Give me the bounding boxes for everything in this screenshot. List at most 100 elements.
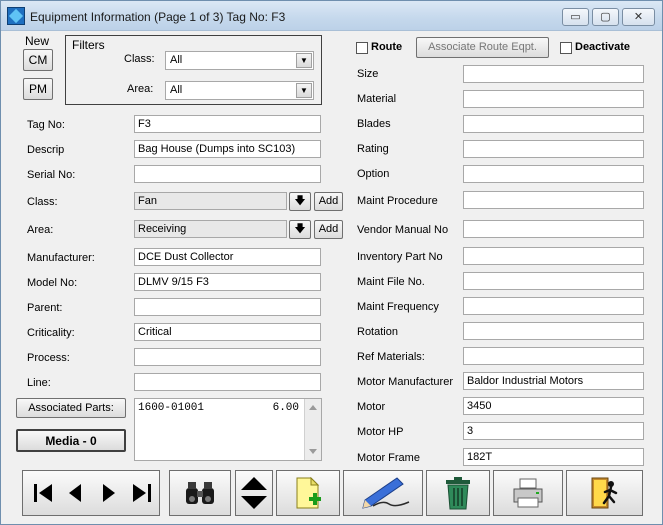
deactivate-checkbox[interactable] [560,42,572,54]
up-down-icon [241,477,267,509]
new-pm-button[interactable]: PM [23,78,53,100]
filter-class-label: Class: [124,53,155,65]
material-label: Material [357,93,397,105]
descrip-label: Descrip [27,144,65,156]
exit-button[interactable] [566,470,643,516]
inventory-part-no-field[interactable] [463,247,644,265]
minimize-button[interactable]: ▭ [562,8,589,26]
ref-materials-field[interactable] [463,347,644,365]
exit-door-icon [591,477,617,509]
new-label: New [25,34,50,48]
trash-icon [446,477,470,510]
maint-file-no-label: Maint File No. [357,276,425,288]
filter-class-select[interactable]: All ▼ [165,51,314,70]
associated-parts-button[interactable]: Associated Parts: [16,398,126,418]
maint-file-no-field[interactable] [463,272,644,290]
descrip-field[interactable]: Bag House (Dumps into SC103) [134,140,321,158]
chevron-down-icon[interactable]: ▼ [296,83,312,98]
motor-manufacturer-field[interactable]: Baldor Industrial Motors [463,372,644,390]
new-record-button[interactable] [276,470,340,516]
maximize-button[interactable]: ▢ [592,8,619,26]
equipment-information-window: Equipment Information (Page 1 of 3) Tag … [0,0,663,525]
motor-field[interactable]: 3450 [463,397,644,415]
next-icon [103,484,115,502]
criticality-field[interactable]: Critical [134,323,321,341]
area-lookup-button[interactable]: 🡇 [289,220,311,239]
associated-parts-list[interactable]: 1600-01001 6.00 [134,398,322,461]
close-button[interactable]: ✕ [622,8,655,26]
area-label: Area: [27,224,54,236]
sort-up-down-button[interactable] [235,470,273,516]
rotation-field[interactable] [463,322,644,340]
blades-field[interactable] [463,115,644,133]
area-field[interactable]: Receiving [134,220,287,238]
model-no-field[interactable]: DLMV 9/15 F3 [134,273,321,291]
first-record-button[interactable] [32,482,54,504]
previous-record-button[interactable] [65,482,87,504]
class-field[interactable]: Fan [134,192,287,210]
serial-no-field[interactable] [134,165,321,183]
maint-frequency-label: Maint Frequency [357,301,439,313]
scroll-up-icon[interactable] [309,405,317,410]
size-field[interactable] [463,65,644,83]
edit-record-button[interactable] [343,470,423,516]
rating-field[interactable] [463,140,644,158]
manufacturer-field[interactable]: DCE Dust Collector [134,248,321,266]
filters-group: Filters Class: All ▼ Area: All ▼ [65,35,322,105]
find-button[interactable] [169,470,231,516]
chevron-down-icon[interactable]: ▼ [296,53,312,68]
ref-materials-label: Ref Materials: [357,351,425,363]
size-label: Size [357,68,379,80]
last-record-button[interactable] [131,482,153,504]
line-field[interactable] [134,373,321,391]
vendor-manual-no-field[interactable] [463,220,644,238]
scroll-down-icon[interactable] [309,449,317,454]
previous-icon [69,484,81,502]
navigation-button-group [22,470,160,516]
title-bar: Equipment Information (Page 1 of 3) Tag … [1,1,662,31]
class-add-button[interactable]: Add [314,192,343,211]
list-item[interactable]: 1600-01001 6.00 [138,402,303,414]
media-button[interactable]: Media - 0 [16,429,126,452]
next-record-button[interactable] [98,482,120,504]
associate-route-button[interactable]: Associate Route Eqpt. [416,37,549,58]
maint-frequency-field[interactable] [463,297,644,315]
tag-no-label: Tag No: [27,119,65,131]
motor-label: Motor [357,401,386,413]
new-cm-button[interactable]: CM [23,49,53,71]
inventory-part-no-label: Inventory Part No [357,251,443,263]
filter-area-value: All [170,84,183,96]
blades-label: Blades [357,118,391,130]
tag-no-field[interactable]: F3 [134,115,321,133]
line-label: Line: [27,377,51,389]
filters-title: Filters [72,38,105,52]
filter-area-select[interactable]: All ▼ [165,81,314,100]
class-lookup-button[interactable]: 🡇 [289,192,311,211]
parts-scrollbar[interactable] [304,399,321,460]
parent-field[interactable] [134,298,321,316]
rating-label: Rating [357,143,389,155]
motor-manufacturer-label: Motor Manufacturer [357,376,453,388]
material-field[interactable] [463,90,644,108]
pen-icon [362,477,410,509]
route-checkbox[interactable] [356,42,368,54]
area-add-button[interactable]: Add [314,220,343,239]
process-field[interactable] [134,348,321,366]
option-label: Option [357,168,390,180]
criticality-label: Criticality: [27,327,75,339]
maint-procedure-label: Maint Procedure [357,195,438,207]
motor-frame-field[interactable]: 182T [463,448,644,466]
vendor-manual-no-label: Vendor Manual No [357,224,449,236]
motor-frame-label: Motor Frame [357,452,420,464]
option-field[interactable] [463,165,644,183]
motor-hp-field[interactable]: 3 [463,422,644,440]
window-title: Equipment Information (Page 1 of 3) Tag … [30,10,286,24]
print-button[interactable] [493,470,563,516]
maint-procedure-field[interactable] [463,191,644,209]
route-label: Route [371,41,403,53]
download-arrow-icon: 🡇 [294,195,306,207]
delete-record-button[interactable] [426,470,490,516]
serial-no-label: Serial No: [27,169,76,181]
process-label: Process: [27,352,70,364]
first-icon [34,484,52,502]
